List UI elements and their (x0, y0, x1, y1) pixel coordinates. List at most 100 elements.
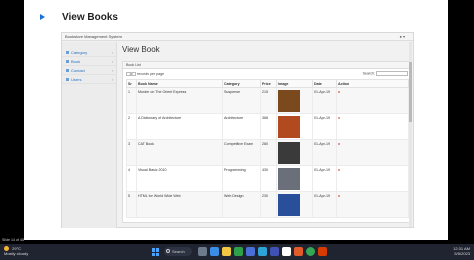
user-menu-button[interactable]: ● ▾ (399, 33, 405, 41)
column-header-price[interactable]: Price (260, 79, 277, 88)
taskbar-search-label: Search (172, 249, 185, 254)
cell-action[interactable]: x (336, 191, 409, 218)
cell-sr: 4 (126, 165, 137, 192)
powerpoint-icon[interactable] (318, 247, 327, 256)
search-icon (166, 249, 170, 253)
cell-category: Architecture (222, 113, 261, 140)
sidebar-item-contact[interactable]: Contact ‹ (62, 66, 116, 75)
delete-icon: x (338, 90, 340, 94)
scrollbar[interactable] (409, 42, 412, 227)
cell-category-text: Architecture (224, 116, 244, 120)
cell-price-text: 430 (262, 168, 268, 172)
cell-price: 430 (260, 165, 277, 192)
column-header-action[interactable]: Action (336, 79, 409, 88)
slide-counter: Slide 14 of 45 (2, 238, 24, 242)
start-button[interactable] (152, 248, 160, 256)
cell-image (276, 165, 313, 192)
weather-widget[interactable]: 29°C Mostly cloudy (4, 246, 28, 256)
book-cover-image (278, 194, 300, 216)
table-row: 3 CAT Book Competitive Exam 280 01-Apr-19 x (126, 139, 409, 166)
book-icon (66, 60, 69, 64)
cell-date-text: 01-Apr-19 (314, 116, 330, 120)
windows-logo-icon (156, 248, 159, 252)
cell-category-text: Competitive Exam (224, 142, 254, 146)
screen: View Books Bookstore Management System ●… (0, 0, 474, 260)
search-input[interactable] (376, 71, 408, 76)
cell-image (276, 191, 313, 218)
cell-book-name: CAT Book (136, 139, 223, 166)
cell-price-text: 230 (262, 194, 268, 198)
cell-sr-text: 2 (128, 116, 130, 120)
book-cover-image (278, 116, 300, 138)
cell-price: 368 (260, 113, 277, 140)
cell-action[interactable]: x (336, 87, 409, 114)
cell-sr-text: 3 (128, 142, 130, 146)
cell-action[interactable]: x (336, 113, 409, 140)
app-icon[interactable] (270, 247, 279, 256)
cell-price: 230 (260, 191, 277, 218)
cell-action[interactable]: x (336, 139, 409, 166)
cell-book-name-text: CAT Book (138, 142, 155, 146)
chevron-left-icon: ‹ (111, 59, 113, 64)
cell-sr-text: 5 (128, 194, 130, 198)
sidebar-item-category[interactable]: Category ‹ (62, 48, 116, 57)
app-title: Bookstore Management System (65, 34, 122, 39)
taskbar-search[interactable]: Search (164, 247, 192, 256)
cell-sr: 3 (126, 139, 137, 166)
cell-date-text: 01-Apr-19 (314, 142, 330, 146)
sidebar-item-label: Users (71, 77, 82, 82)
user-icon: ● (399, 34, 402, 39)
column-header-sr[interactable]: Sr (126, 79, 137, 88)
cell-price-text: 368 (262, 116, 268, 120)
column-header-book-name[interactable]: Book Name (136, 79, 223, 88)
cell-action[interactable]: x (336, 165, 409, 192)
sidebar-item-label: Contact (71, 68, 85, 73)
cell-category: Competitive Exam (222, 139, 261, 166)
delete-icon: x (338, 194, 340, 198)
task-view-icon[interactable] (198, 247, 207, 256)
cell-category-text: Web Design (224, 194, 244, 198)
cell-book-name: HTML for World Wide Web (136, 191, 223, 218)
app-icon[interactable] (282, 247, 291, 256)
cell-price: 215 (260, 87, 277, 114)
taskbar: 29°C Mostly cloudy Search 12:31 AM 5/5/2… (0, 244, 474, 260)
column-header-date[interactable]: Date (312, 79, 337, 88)
cell-date: 01-Apr-19 (312, 165, 337, 192)
sidebar-item-users[interactable]: Users ‹ (62, 75, 116, 84)
cell-book-name: Visual Basic 2010 (136, 165, 223, 192)
cell-price-text: 280 (262, 142, 268, 146)
chrome-icon[interactable] (306, 247, 315, 256)
cell-image (276, 87, 313, 114)
weather-temp: 29°C (12, 246, 22, 251)
column-header-image[interactable]: Image (276, 79, 313, 88)
app-icon[interactable] (294, 247, 303, 256)
edge-browser-icon[interactable] (210, 247, 219, 256)
cell-image (276, 139, 313, 166)
delete-icon: x (338, 142, 340, 146)
cell-book-name-text: HTML for World Wide Web (138, 194, 181, 198)
cell-book-name-text: A Dictionary of Architecture (138, 116, 182, 120)
scrollbar-thumb[interactable] (409, 62, 412, 122)
system-tray[interactable]: 12:31 AM 5/5/2023 (453, 246, 470, 256)
table-row: 2 A Dictionary of Architecture Architectur… (126, 113, 409, 140)
page-length-select[interactable]: 10 (126, 72, 136, 77)
file-explorer-icon[interactable] (222, 247, 231, 256)
sidebar-item-label: Book (71, 59, 81, 64)
table-controls: 10 records per page Search: (123, 69, 411, 79)
column-header-category[interactable]: Category (222, 79, 261, 88)
windows-logo-icon (156, 252, 159, 256)
table-row: 4 Visual Basic 2010 Programming 430 01-Apr-1… (126, 165, 409, 192)
chevron-left-icon: ‹ (111, 77, 113, 82)
search-label: Search: (362, 71, 375, 76)
app-icon[interactable] (258, 247, 267, 256)
cell-category: Programming (222, 165, 261, 192)
store-icon[interactable] (234, 247, 243, 256)
mail-icon[interactable] (246, 247, 255, 256)
sidebar-item-book[interactable]: Book ‹ (62, 57, 116, 66)
page-title: View Book (122, 45, 160, 54)
cell-price: 280 (260, 139, 277, 166)
cell-category-text: Programming (224, 168, 246, 172)
cell-date: 01-Apr-19 (312, 113, 337, 140)
cell-category: Web Design (222, 191, 261, 218)
weather-desc: Mostly cloudy (4, 251, 29, 257)
